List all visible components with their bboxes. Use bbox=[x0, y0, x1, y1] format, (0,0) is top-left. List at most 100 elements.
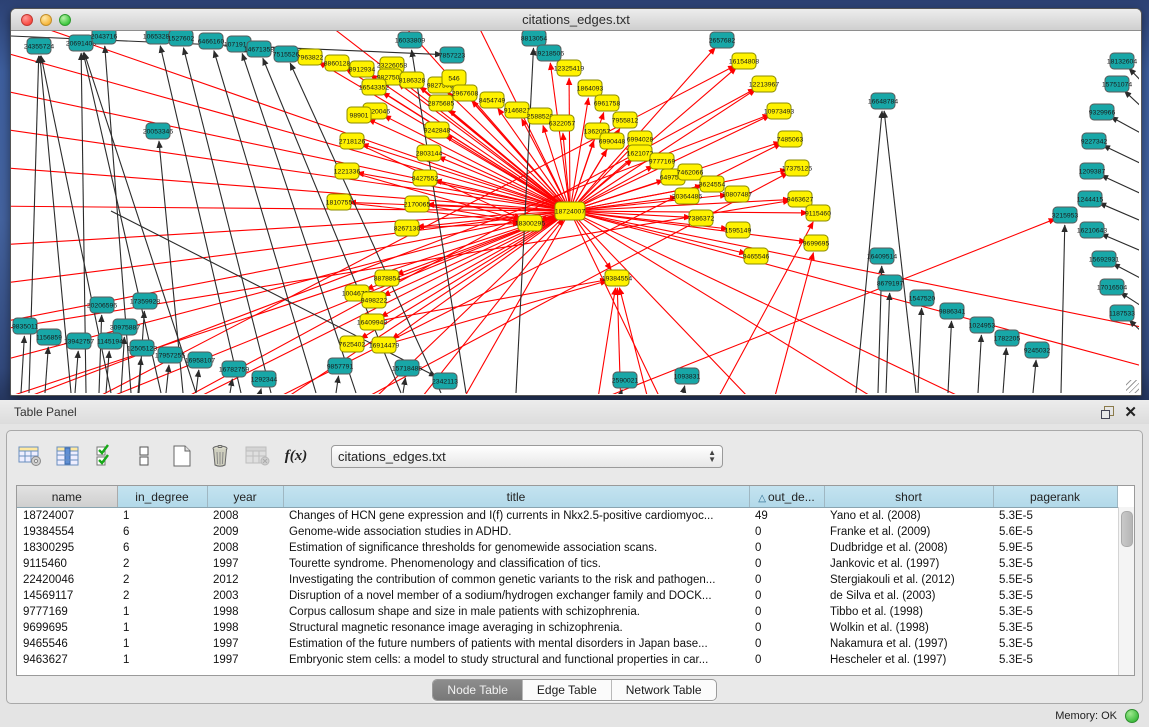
unselect-all-icon[interactable] bbox=[131, 443, 157, 469]
table-row[interactable]: 946554611997Estimation of the future num… bbox=[17, 636, 1117, 652]
column-header-pagerank[interactable]: pagerank bbox=[993, 486, 1117, 508]
table-row[interactable]: 977716911998Corpus callosum shape and si… bbox=[17, 604, 1117, 620]
graph-node[interactable]: 6466160 bbox=[198, 33, 225, 49]
select-all-icon[interactable] bbox=[93, 443, 119, 469]
graph-node[interactable]: 16782759 bbox=[219, 361, 249, 377]
graph-node[interactable]: 98901 bbox=[347, 107, 371, 123]
graph-node[interactable]: 12505123 bbox=[127, 340, 157, 356]
graph-node[interactable]: 7485063 bbox=[777, 131, 804, 147]
graph-node[interactable]: 17375125 bbox=[782, 160, 812, 176]
graph-node[interactable]: 8454749 bbox=[479, 92, 506, 108]
graph-node[interactable]: 9699695 bbox=[803, 235, 830, 251]
graph-node[interactable]: 7386372 bbox=[688, 210, 715, 226]
graph-node[interactable]: 6961758 bbox=[594, 95, 621, 111]
graph-node[interactable]: 1864093 bbox=[577, 80, 604, 96]
graph-node[interactable]: 18300295 bbox=[515, 215, 545, 231]
graph-node[interactable]: 3624554 bbox=[699, 176, 726, 192]
graph-node[interactable]: 9242848 bbox=[424, 122, 451, 138]
tab-edge-table[interactable]: Edge Table bbox=[523, 680, 612, 700]
table-row[interactable]: 1456911722003Disruption of a novel membe… bbox=[17, 588, 1117, 604]
graph-node[interactable]: 8267130 bbox=[394, 220, 421, 236]
graph-node[interactable]: 17957255 bbox=[155, 347, 185, 363]
table-row[interactable]: 1872400712008Changes of HCN gene express… bbox=[17, 508, 1117, 525]
graph-node[interactable]: 2657682 bbox=[709, 32, 736, 48]
graph-node[interactable]: 1547520 bbox=[909, 290, 936, 306]
function-builder-icon[interactable]: f(x) bbox=[283, 443, 309, 469]
graph-node[interactable]: 2043716 bbox=[91, 31, 118, 44]
graph-node[interactable]: 24355724 bbox=[24, 38, 54, 54]
graph-node-hub[interactable]: 18724007 bbox=[555, 202, 585, 220]
graph-node[interactable]: 2718126 bbox=[339, 133, 366, 149]
minimize-button[interactable] bbox=[40, 14, 52, 26]
float-panel-icon[interactable] bbox=[1101, 406, 1114, 419]
graph-node[interactable]: 1782205 bbox=[994, 330, 1021, 346]
graph-node[interactable]: 2590021 bbox=[612, 372, 639, 388]
graph-node[interactable]: 13942757 bbox=[64, 333, 94, 349]
tab-network-table[interactable]: Network Table bbox=[612, 680, 716, 700]
graph-node[interactable]: 9245032 bbox=[1024, 342, 1051, 358]
graph-node[interactable]: 9857791 bbox=[327, 358, 354, 374]
graph-node[interactable]: 17359928 bbox=[130, 293, 160, 309]
graph-node[interactable]: 16409948 bbox=[357, 314, 387, 330]
graph-node[interactable]: 7857223 bbox=[439, 47, 466, 63]
graph-node[interactable]: 8878854 bbox=[374, 270, 401, 286]
graph-node[interactable]: 17016504 bbox=[1097, 279, 1127, 295]
graph-node[interactable]: 20053346 bbox=[143, 123, 173, 139]
table-row[interactable]: 1938455462009Genome-wide association stu… bbox=[17, 524, 1117, 540]
create-column-icon[interactable] bbox=[169, 443, 195, 469]
graph-node[interactable]: 9329966 bbox=[1089, 104, 1116, 120]
graph-node[interactable]: 9498222 bbox=[361, 292, 388, 308]
column-header-year[interactable]: year bbox=[207, 486, 283, 508]
column-header-short[interactable]: short bbox=[824, 486, 993, 508]
graph-node[interactable]: 12325419 bbox=[554, 60, 584, 76]
graph-node[interactable]: 8813054 bbox=[521, 31, 548, 46]
graph-node[interactable]: 8860128 bbox=[324, 55, 351, 71]
column-header-in_degree[interactable]: in_degree bbox=[117, 486, 207, 508]
table-row[interactable]: 946362711997Embryonic stem cells: a mode… bbox=[17, 652, 1117, 668]
graph-node[interactable]: 2967608 bbox=[452, 85, 479, 101]
graph-node[interactable]: 8679197 bbox=[877, 275, 904, 291]
delete-column-icon[interactable] bbox=[207, 443, 233, 469]
graph-node[interactable]: 16958107 bbox=[185, 352, 215, 368]
show-columns-icon[interactable] bbox=[55, 443, 81, 469]
graph-node[interactable]: 1156859 bbox=[36, 329, 62, 345]
graph-node[interactable]: 16154808 bbox=[729, 53, 759, 69]
graph-node[interactable]: 16543352 bbox=[359, 79, 389, 95]
graph-node[interactable]: 1244415 bbox=[1077, 191, 1104, 207]
graph-node[interactable]: 2875685 bbox=[428, 95, 455, 111]
close-button[interactable] bbox=[21, 14, 33, 26]
graph-node[interactable]: 18132604 bbox=[1107, 53, 1137, 69]
graph-node[interactable]: 1221336 bbox=[334, 163, 361, 179]
graph-node[interactable]: 14671358 bbox=[244, 41, 274, 57]
graph-node[interactable]: 8186328 bbox=[399, 72, 426, 88]
graph-node[interactable]: 7955812 bbox=[612, 112, 639, 128]
network-window-titlebar[interactable]: citations_edges.txt bbox=[11, 9, 1141, 31]
graph-node[interactable]: 9777169 bbox=[649, 153, 676, 169]
graph-node[interactable]: 16914479 bbox=[369, 337, 399, 353]
graph-node[interactable]: 9835011 bbox=[12, 318, 38, 334]
graph-node[interactable]: 7462066 bbox=[677, 164, 704, 180]
table-mode-icon[interactable] bbox=[17, 443, 43, 469]
graph-node[interactable]: 9465546 bbox=[743, 248, 770, 264]
graph-node[interactable]: 1187533 bbox=[1109, 305, 1135, 321]
graph-node[interactable]: 19218506 bbox=[534, 45, 564, 61]
graph-node[interactable]: 1810755 bbox=[326, 194, 353, 210]
graph-node[interactable]: 8427552 bbox=[412, 170, 439, 186]
graph-node[interactable]: 10807487 bbox=[722, 186, 752, 202]
graph-node[interactable]: 2342113 bbox=[432, 373, 458, 389]
graph-node[interactable]: 2803144 bbox=[416, 145, 443, 161]
graph-node[interactable]: 16648784 bbox=[868, 93, 898, 109]
graph-node[interactable]: 6322057 bbox=[549, 115, 576, 131]
graph-node[interactable]: 9886341 bbox=[939, 303, 966, 319]
window-resize-grip[interactable] bbox=[1126, 380, 1139, 393]
zoom-button[interactable] bbox=[59, 14, 71, 26]
graph-node[interactable]: 16210643 bbox=[1077, 222, 1107, 238]
table-row[interactable]: 911546021997Tourette syndrome. Phenomeno… bbox=[17, 556, 1117, 572]
table-row[interactable]: 969969511998Structural magnetic resonanc… bbox=[17, 620, 1117, 636]
graph-node[interactable]: 1145194 bbox=[97, 333, 123, 349]
graph-node[interactable]: 1527602 bbox=[168, 31, 195, 46]
column-header-title[interactable]: title bbox=[283, 486, 749, 508]
graph-node[interactable]: 10973493 bbox=[764, 103, 794, 119]
graph-node[interactable]: 16409514 bbox=[867, 248, 897, 264]
citation-graph[interactable]: 7963822886012889129342322605898275051654… bbox=[11, 31, 1139, 394]
